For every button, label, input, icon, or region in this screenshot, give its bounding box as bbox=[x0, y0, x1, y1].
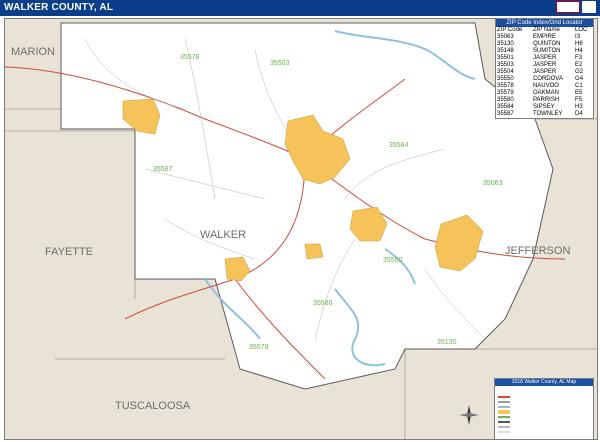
zip-label: 35550 bbox=[383, 257, 403, 264]
legend-rows bbox=[498, 394, 590, 434]
legend-row bbox=[498, 429, 590, 434]
zip-cell: JASPER bbox=[532, 55, 557, 61]
zip-cell: C1 bbox=[575, 83, 583, 89]
zip-cell: H3 bbox=[575, 104, 583, 110]
zip-col-header: ZIP Code bbox=[497, 27, 523, 33]
zip-row: 35130 QUINTON H6 bbox=[496, 41, 593, 48]
page-title: WALKER COUNTY, AL bbox=[4, 2, 114, 13]
zip-cell: 35578 bbox=[497, 83, 514, 89]
zip-cell: TOWNLEY bbox=[532, 111, 563, 117]
zip-cell: I3 bbox=[575, 34, 581, 40]
zip-cell: D4 bbox=[575, 111, 583, 117]
zip-cell: G2 bbox=[575, 69, 584, 75]
walker-county-shape bbox=[60, 22, 554, 390]
zip-cell: 35580 bbox=[497, 97, 514, 103]
legend-swatch bbox=[498, 415, 510, 418]
zip-cell: 35148 bbox=[497, 48, 514, 54]
legend-swatch bbox=[498, 425, 510, 428]
zip-cell: H6 bbox=[575, 41, 583, 47]
zip-label: 35503 bbox=[270, 60, 290, 67]
zip-cell: 35504 bbox=[497, 69, 514, 75]
zip-cell: 35587 bbox=[497, 111, 514, 117]
county-label-walker: WALKER bbox=[200, 229, 246, 241]
zip-row: 35503 JASPER E2 bbox=[496, 62, 593, 69]
map-frame: WALKER COUNTY, AL MARION FAYETTE WALKER … bbox=[0, 0, 600, 442]
legend-swatch bbox=[498, 430, 510, 433]
legend-swatch bbox=[498, 405, 510, 408]
zip-row: 35578 NAUVOO C1 bbox=[496, 83, 593, 90]
zip-row: 35580 PARRISH F5 bbox=[496, 97, 593, 104]
zip-label: 35130 bbox=[437, 339, 457, 346]
zip-index-table: ZIP Code Index/Grid Locator ZIP Code ZIP… bbox=[495, 18, 594, 119]
legend-swatch bbox=[498, 420, 510, 423]
zip-col-header: ZIP Name bbox=[532, 27, 560, 33]
zip-label: 35580 bbox=[313, 300, 333, 307]
county-label-jefferson: JEFFERSON bbox=[505, 245, 570, 257]
zip-cell: NAUVOO bbox=[532, 83, 559, 89]
zip-row: 35550 CORDOVA G4 bbox=[496, 76, 593, 83]
zip-row: 35501 JASPER F3 bbox=[496, 55, 593, 62]
legend-swatch bbox=[498, 409, 510, 414]
publisher-logo bbox=[556, 1, 596, 13]
zip-cell: G4 bbox=[575, 76, 584, 82]
zip-label: 35063 bbox=[483, 180, 503, 187]
zip-label: 35579 bbox=[249, 344, 269, 351]
zip-cell: 35550 bbox=[497, 76, 514, 82]
zip-cell: 35501 bbox=[497, 55, 514, 61]
zip-row: 35504 JASPER G2 bbox=[496, 69, 593, 76]
zip-cell: OAKMAN bbox=[532, 90, 559, 96]
zip-cell: 35130 bbox=[497, 41, 514, 47]
zip-index-grid: ZIP Code ZIP Name LOC 35063 EMPIRE I3 3513… bbox=[496, 27, 593, 118]
zip-cell: E2 bbox=[575, 62, 583, 68]
zip-cell: SUMITON bbox=[532, 48, 561, 54]
zip-row: 35148 SUMITON H4 bbox=[496, 48, 593, 55]
zip-row: 35063 EMPIRE I3 bbox=[496, 34, 593, 41]
zip-row: 35587 TOWNLEY D4 bbox=[496, 111, 593, 118]
zip-cell: QUINTON bbox=[532, 41, 561, 47]
zip-cell: JASPER bbox=[532, 62, 557, 68]
zip-index-header: ZIP Code Index/Grid Locator bbox=[496, 19, 593, 27]
county-label-marion: MARION bbox=[11, 46, 55, 58]
compass-rose-icon bbox=[459, 405, 479, 425]
zip-cell: SIPSEY bbox=[532, 104, 555, 110]
county-label-tuscaloosa: TUSCALOOSA bbox=[115, 400, 191, 412]
county-label-fayette: FAYETTE bbox=[45, 246, 93, 258]
zip-cell: F3 bbox=[575, 55, 583, 61]
zip-cell: 35063 bbox=[497, 34, 514, 40]
zip-cell: EMPIRE bbox=[532, 34, 556, 40]
zip-cell: 35584 bbox=[497, 104, 514, 110]
zip-label: 35587 bbox=[153, 166, 173, 173]
zip-cell: F5 bbox=[575, 97, 583, 103]
logo-mark-2 bbox=[582, 1, 596, 13]
map-legend: 2018 Walker County, AL Map bbox=[494, 378, 594, 440]
zip-cell: CORDOVA bbox=[532, 76, 563, 82]
zip-cell: JASPER bbox=[532, 69, 557, 75]
zip-row: 35579 OAKMAN E5 bbox=[496, 90, 593, 97]
zip-cell: PARRISH bbox=[532, 97, 560, 103]
zip-cell: H4 bbox=[575, 48, 583, 54]
zip-cell: E5 bbox=[575, 90, 583, 96]
zip-label: 35578 bbox=[180, 54, 200, 61]
logo-mark bbox=[556, 1, 580, 13]
zip-label: 35584 bbox=[389, 142, 409, 149]
urban-parrish bbox=[304, 243, 324, 260]
legend-swatch bbox=[498, 400, 510, 403]
zip-cell: 35503 bbox=[497, 62, 514, 68]
title-bar: WALKER COUNTY, AL bbox=[0, 0, 600, 16]
zip-col-header: LOC bbox=[575, 27, 588, 33]
legend-header: 2018 Walker County, AL Map bbox=[495, 379, 593, 386]
zip-row: 35584 SIPSEY H3 bbox=[496, 104, 593, 111]
legend-swatch bbox=[498, 395, 510, 398]
zip-cell: 35579 bbox=[497, 90, 514, 96]
